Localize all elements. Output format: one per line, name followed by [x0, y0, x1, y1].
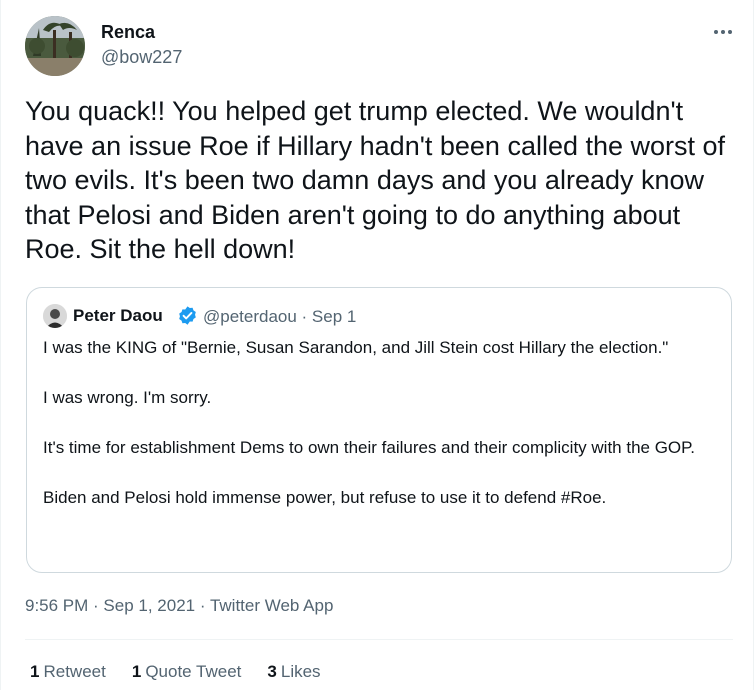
- tweet-source[interactable]: Twitter Web App: [210, 596, 333, 615]
- tweet-time[interactable]: 9:56 PM: [25, 596, 88, 615]
- quoted-paragraph: I was wrong. I'm sorry.: [43, 388, 212, 407]
- quote-tweets-stat[interactable]: 1 Quote Tweet: [132, 662, 242, 682]
- retweets-count: 1: [30, 662, 40, 681]
- tweet-metadata: 9:56 PM · Sep 1, 2021 · Twitter Web App: [25, 596, 333, 616]
- retweets-label: Retweet: [43, 662, 106, 681]
- quote-tweets-count: 1: [131, 662, 142, 681]
- likes-count: 3: [267, 662, 277, 681]
- author-handle[interactable]: @bow227: [101, 47, 182, 68]
- quoted-paragraph: I was the KING of "Bernie, Susan Sarando…: [43, 338, 669, 357]
- tweet-date[interactable]: Sep 1, 2021: [103, 596, 195, 615]
- meta-separator: ·: [88, 596, 104, 615]
- tweet-text: You quack!! You helped get trump elected…: [25, 96, 726, 264]
- quote-tweets-label: Quote Tweet: [145, 662, 242, 681]
- divider: [25, 639, 733, 640]
- quoted-paragraph: Biden and Pelosi hold immense power, but…: [43, 488, 607, 507]
- quoted-paragraph: It's time for establishment Dems to own …: [43, 438, 696, 457]
- quoted-tweet[interactable]: Peter Daou @peterdaou · Sep 1 I was the …: [26, 287, 732, 573]
- more-options-button[interactable]: [709, 20, 737, 44]
- engagement-stats: 1 Retweet 1 Quote Tweet 3 Likes: [30, 662, 321, 682]
- quoted-author-name[interactable]: Peter Daou: [73, 306, 163, 326]
- more-horizontal-icon: [714, 30, 732, 34]
- quoted-author-handle-date[interactable]: @peterdaou · Sep 1: [203, 307, 356, 327]
- meta-separator: ·: [195, 596, 210, 615]
- retweets-stat[interactable]: 1 Retweet: [30, 662, 106, 682]
- author-avatar[interactable]: [25, 16, 85, 76]
- likes-stat[interactable]: 3 Likes: [267, 662, 320, 682]
- tweet-card: Renca @bow227 You quack!! You helped get…: [0, 0, 754, 690]
- verified-badge-icon: [179, 306, 196, 325]
- quoted-author-avatar[interactable]: [43, 304, 67, 328]
- quoted-tweet-text: I was the KING of "Bernie, Susan Sarando…: [43, 335, 719, 535]
- likes-label: Likes: [280, 662, 321, 681]
- author-name[interactable]: Renca: [101, 22, 155, 43]
